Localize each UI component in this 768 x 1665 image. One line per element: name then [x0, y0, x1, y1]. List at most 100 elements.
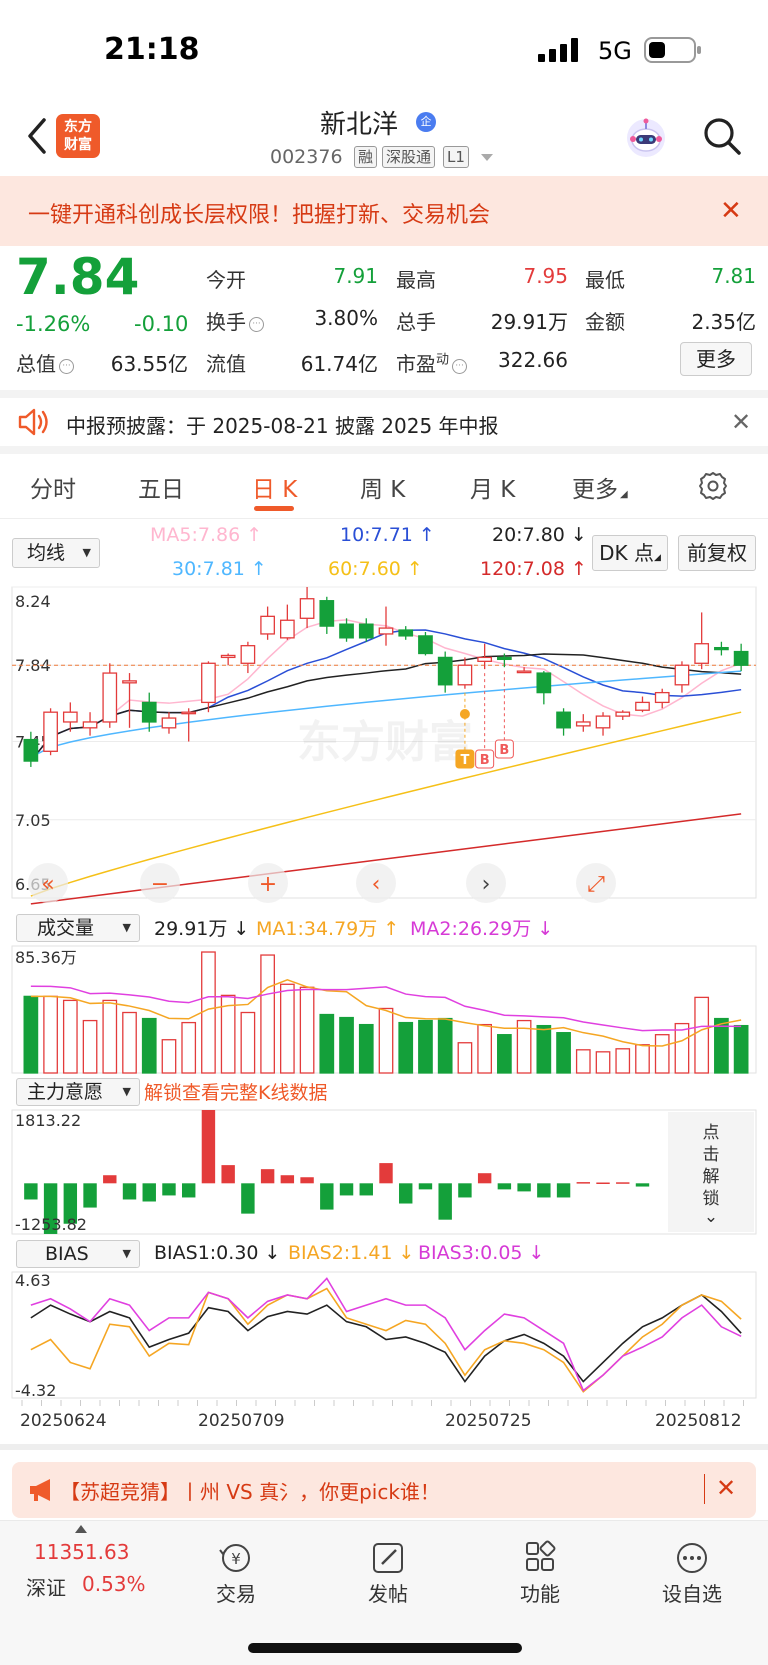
- bias2-label: BIAS2:1.41 ↓: [288, 1242, 415, 1264]
- price-axis-label: 7.05: [15, 811, 51, 830]
- main-force-bar: [103, 1175, 117, 1184]
- tab-intraday[interactable]: 分时: [30, 470, 76, 504]
- main-force-bar: [399, 1183, 413, 1204]
- pe-label: 市盈动 ···: [396, 348, 468, 377]
- candle: [674, 664, 690, 686]
- notice-text[interactable]: 中报预披露：于 2025-08-21 披露 2025 年中报: [66, 410, 499, 439]
- tab-month-k[interactable]: 月 K: [470, 470, 515, 504]
- main-force-bar: [142, 1183, 156, 1202]
- dk-point-button[interactable]: DK 点◢: [592, 535, 668, 571]
- volume-bar: [437, 1017, 453, 1074]
- tab-week-k[interactable]: 周 K: [360, 470, 405, 504]
- volume-bar: [536, 1024, 552, 1074]
- help-icon[interactable]: ···: [452, 359, 468, 374]
- volume-axis-label: 85.36万: [15, 948, 77, 967]
- ma-select[interactable]: 均线 ▼: [12, 538, 100, 568]
- main-force-bar: [438, 1183, 452, 1220]
- candle: [437, 656, 453, 686]
- unlock-panel-text: 击: [703, 1145, 720, 1165]
- main-force-select[interactable]: 主力意愿 ▼: [16, 1078, 140, 1106]
- back-icon[interactable]: [22, 116, 52, 156]
- battery-icon: [644, 37, 701, 63]
- main-force-bar: [320, 1183, 334, 1210]
- candle: [358, 623, 374, 639]
- volume-bar: [497, 1034, 512, 1074]
- candle: [102, 672, 118, 723]
- candle: [62, 711, 78, 723]
- main-force-bar: [24, 1183, 38, 1200]
- volume-bar: [102, 999, 118, 1074]
- candle: [595, 715, 611, 729]
- ma10-label: 10:7.71 ↑: [340, 524, 435, 546]
- chart-control-icon: ›: [482, 872, 491, 897]
- index-value[interactable]: 11351.63: [34, 1540, 129, 1564]
- date-axis-label: 20250812: [655, 1411, 742, 1431]
- svg-text:¥: ¥: [231, 1550, 241, 1568]
- index-name[interactable]: 深证: [26, 1572, 66, 1601]
- price-adjust-button[interactable]: 前复权: [678, 535, 756, 571]
- chart-control-icon: ‹: [372, 872, 381, 897]
- assistant-robot-icon[interactable]: [624, 116, 668, 160]
- megaphone-icon: [30, 1479, 50, 1501]
- search-icon[interactable]: [702, 116, 742, 156]
- volume-bar: [457, 1042, 473, 1074]
- low-value: 7.81: [711, 264, 756, 288]
- help-icon[interactable]: ···: [249, 317, 264, 332]
- open-value: 7.91: [333, 264, 378, 288]
- tab-more[interactable]: 更多 ◢: [572, 470, 628, 504]
- index-percent[interactable]: 0.53%: [82, 1572, 146, 1596]
- main-force-bar: [122, 1183, 137, 1200]
- promo-text[interactable]: 一键开通科创成长层权限！把握打新、交易机会: [28, 197, 490, 229]
- volume-bar: [260, 954, 275, 1074]
- main-force-bar: [576, 1182, 591, 1184]
- candle: [23, 738, 39, 762]
- volume-bar: [339, 1016, 354, 1074]
- margin-tag: 融: [354, 146, 378, 168]
- ad-close-icon[interactable]: ✕: [716, 1474, 736, 1502]
- kline-chart-area[interactable]: 8.247.847.457.056.65东方财富TBB«−+‹›⤢85.36万1…: [0, 580, 768, 1450]
- unlock-kline-link[interactable]: 解锁查看完整K线数据: [144, 1078, 327, 1105]
- volume-bar: [62, 999, 78, 1074]
- pe-value: 322.66: [498, 348, 568, 372]
- ad-text[interactable]: 【苏超竞猜】丨州 VS 真⺡，你更pick谁！: [60, 1476, 440, 1505]
- marker-dot: [459, 709, 470, 719]
- ma20-label: 20:7.80 ↓: [492, 524, 587, 546]
- main-force-bar: [359, 1183, 373, 1196]
- main-force-bar: [379, 1163, 393, 1184]
- candle: [556, 711, 571, 729]
- caret-down-icon[interactable]: [480, 153, 494, 163]
- volume-bar: [378, 1007, 394, 1074]
- help-icon[interactable]: ···: [59, 359, 74, 374]
- volume-bar: [733, 1024, 749, 1074]
- nav-functions[interactable]: 功能: [490, 1540, 590, 1607]
- market-cap-value: 63.55亿: [110, 352, 188, 376]
- candle: [201, 662, 216, 704]
- current-price: 7.84: [16, 248, 140, 306]
- bias-select[interactable]: BIAS ▼: [16, 1240, 140, 1268]
- volume-bar: [319, 1013, 335, 1074]
- candle: [82, 721, 98, 729]
- main-force-bar: [616, 1182, 630, 1184]
- volume-bar: [398, 1021, 414, 1074]
- tab-five-day[interactable]: 五日: [138, 470, 184, 504]
- network-label: 5G: [598, 37, 632, 65]
- promo-close-icon[interactable]: ✕: [720, 196, 742, 226]
- more-button[interactable]: 更多: [680, 342, 752, 376]
- volume-bar: [201, 951, 216, 1074]
- turnover-label: 换手 ···: [206, 306, 264, 335]
- nav-post[interactable]: 发帖: [338, 1540, 438, 1607]
- volume-bar: [635, 1044, 650, 1074]
- volume-bar: [299, 986, 315, 1074]
- gear-icon[interactable]: [697, 470, 729, 502]
- volume-select[interactable]: 成交量 ▼: [16, 914, 140, 942]
- tab-day-k[interactable]: 日 K: [252, 470, 297, 504]
- nav-add-watchlist[interactable]: 设自选: [642, 1540, 742, 1607]
- nav-trade[interactable]: ¥ 交易: [186, 1540, 286, 1607]
- notice-close-icon[interactable]: ✕: [731, 408, 751, 436]
- candle: [457, 664, 473, 686]
- ad-divider: [704, 1474, 705, 1504]
- volume-value-label: 29.91万 ↓: [154, 918, 250, 940]
- bias-axis-label: 4.63: [15, 1271, 51, 1290]
- candle: [319, 600, 335, 627]
- trade-icon: ¥: [219, 1544, 250, 1572]
